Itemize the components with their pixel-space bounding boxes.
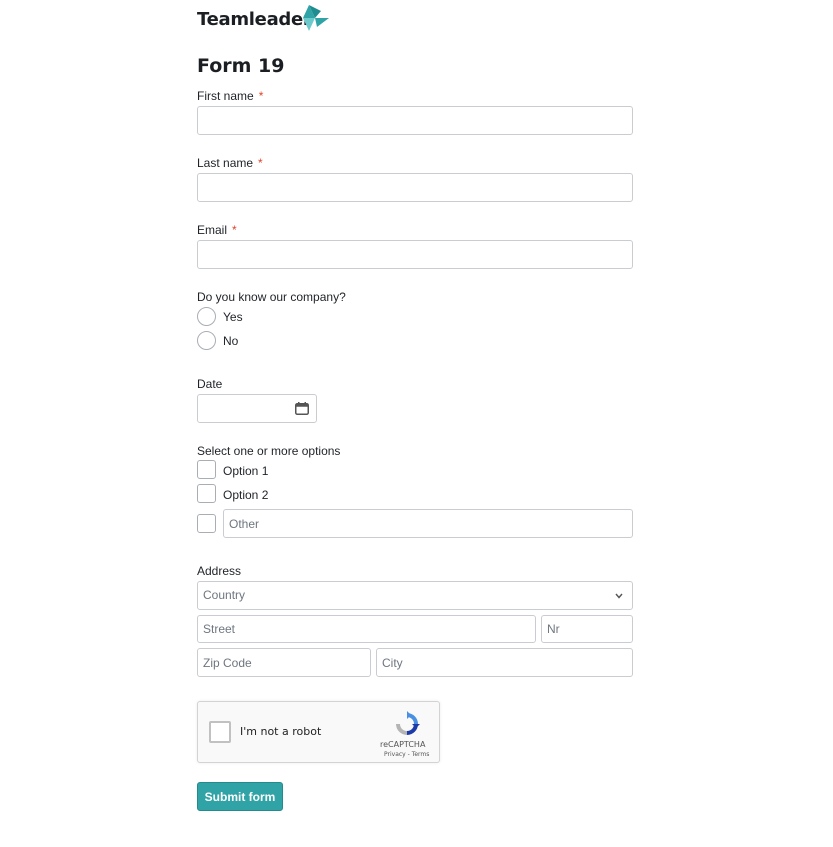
last-name-label: Last name * bbox=[197, 156, 263, 170]
address-label: Address bbox=[197, 564, 242, 578]
date-label: Date bbox=[197, 377, 223, 391]
chevron-down-icon bbox=[615, 593, 623, 599]
teamleader-logo: Teamleader bbox=[197, 5, 329, 33]
multi-select-label: Select one or more options bbox=[197, 444, 341, 458]
logo-mark-icon bbox=[303, 5, 329, 31]
first-name-label: First name * bbox=[197, 89, 263, 103]
radio-no[interactable] bbox=[197, 331, 216, 350]
first-name-input[interactable] bbox=[197, 106, 633, 135]
checkbox-option-2-label: Option 2 bbox=[223, 488, 269, 502]
first-name-label-text: First name bbox=[197, 89, 254, 103]
radio-yes-label: Yes bbox=[223, 310, 243, 324]
radio-yes[interactable] bbox=[197, 307, 216, 326]
submit-button[interactable]: Submit form bbox=[197, 782, 283, 811]
last-name-input[interactable] bbox=[197, 173, 633, 202]
recaptcha-icon bbox=[396, 711, 420, 735]
required-marker: * bbox=[258, 156, 263, 170]
form-title: Form 19 bbox=[197, 55, 285, 77]
email-label: Email * bbox=[197, 223, 237, 237]
date-input[interactable] bbox=[197, 394, 317, 423]
checkbox-option-1[interactable] bbox=[197, 460, 216, 479]
required-marker: * bbox=[232, 223, 237, 237]
checkbox-other[interactable] bbox=[197, 514, 216, 533]
checkbox-option-2[interactable] bbox=[197, 484, 216, 503]
other-input[interactable] bbox=[223, 509, 633, 538]
email-input[interactable] bbox=[197, 240, 633, 269]
email-label-text: Email bbox=[197, 223, 228, 237]
know-company-label: Do you know our company? bbox=[197, 290, 346, 304]
calendar-icon[interactable] bbox=[295, 402, 309, 415]
last-name-label-text: Last name bbox=[197, 156, 254, 170]
recaptcha-privacy-terms[interactable]: Privacy - Terms bbox=[384, 751, 429, 758]
recaptcha-label: I'm not a robot bbox=[240, 725, 322, 738]
nr-input[interactable] bbox=[541, 615, 633, 643]
country-select[interactable]: Country bbox=[197, 581, 633, 610]
country-select-value: Country bbox=[203, 588, 246, 602]
required-marker: * bbox=[258, 89, 264, 103]
recaptcha-widget: I'm not a robot reCAPTCHA Privacy - Term… bbox=[197, 701, 440, 763]
recaptcha-checkbox[interactable] bbox=[209, 721, 231, 743]
street-input[interactable] bbox=[197, 615, 536, 643]
recaptcha-brand: reCAPTCHA bbox=[380, 740, 426, 749]
city-input[interactable] bbox=[376, 648, 633, 677]
zip-code-input[interactable] bbox=[197, 648, 371, 677]
checkbox-option-1-label: Option 1 bbox=[223, 464, 269, 478]
radio-no-label: No bbox=[223, 334, 239, 348]
